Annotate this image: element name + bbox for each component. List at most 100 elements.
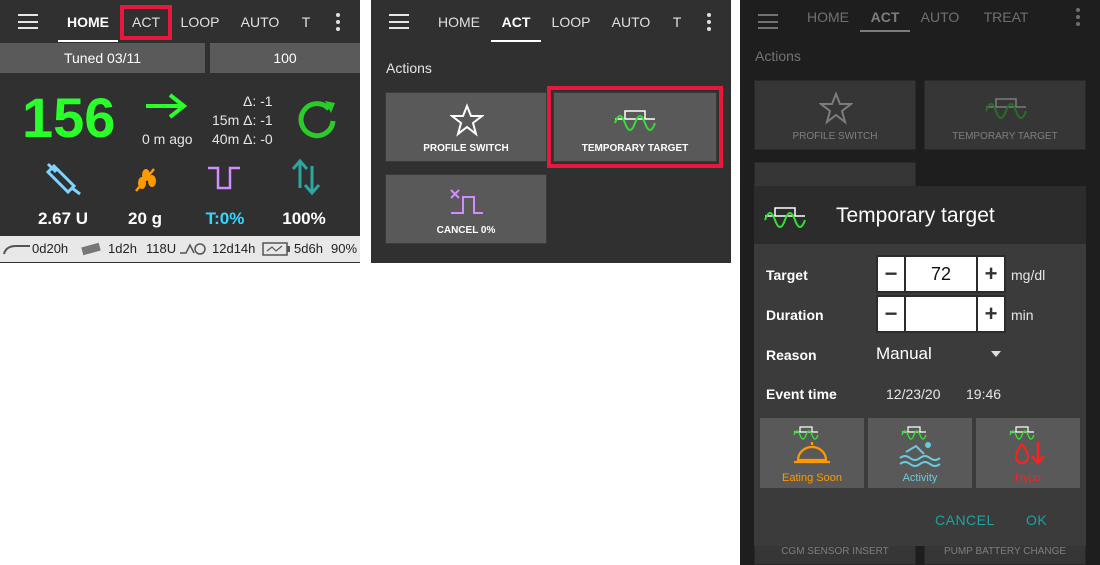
- profile-switch-label: PROFILE SWITCH: [792, 131, 878, 142]
- menu-icon[interactable]: [389, 14, 409, 29]
- cgm-sensor-insert-label: CGM SENSOR INSERT: [781, 546, 889, 557]
- star-icon: [819, 91, 853, 125]
- tab-treatments[interactable]: T: [294, 0, 318, 44]
- target-unit: mg/dl: [1011, 267, 1046, 283]
- temp-target-icon: [985, 98, 1027, 119]
- carbs-icon: [135, 168, 156, 192]
- target-value[interactable]: 100: [210, 43, 360, 73]
- cannula-icon: [3, 245, 30, 255]
- sensor-age: 12d14h: [212, 241, 256, 256]
- eating-soon-button[interactable]: Eating Soon: [760, 418, 864, 488]
- reservoir-icon: [81, 242, 101, 256]
- eating-soon-label: Eating Soon: [782, 472, 842, 484]
- cancel-temp-basal-label: CANCEL 0%: [436, 225, 496, 236]
- loop-status-icon[interactable]: [295, 97, 339, 141]
- more-options-icon: [1076, 8, 1080, 26]
- cannula-age: 0d20h: [32, 241, 69, 256]
- battery-level: 90%: [331, 241, 358, 256]
- event-time[interactable]: 19:46: [966, 386, 1001, 402]
- temp-target-dialog: Temporary target Target − 72 + mg/dl Dur…: [754, 186, 1086, 546]
- tab-home[interactable]: HOME: [58, 0, 118, 44]
- syringe-icon: [45, 162, 81, 196]
- reservoir-level: 118U: [146, 241, 177, 256]
- duration-stepper[interactable]: − +: [876, 295, 1006, 333]
- menu-icon[interactable]: [18, 14, 38, 29]
- tab-loop[interactable]: LOOP: [176, 0, 224, 44]
- cancel-temp-basal-button[interactable]: CANCEL 0%: [385, 174, 547, 244]
- active-profile[interactable]: Tuned 03/11: [0, 43, 205, 73]
- bg-value: 156: [22, 86, 116, 149]
- profile-switch-button: PROFILE SWITCH: [754, 80, 916, 150]
- target-stepper[interactable]: − 72 +: [876, 255, 1006, 293]
- profile-switch-button[interactable]: PROFILE SWITCH: [385, 92, 547, 162]
- more-options-icon[interactable]: [707, 13, 711, 31]
- tab-auto: AUTO: [920, 9, 960, 25]
- reason-value: Manual: [876, 344, 932, 363]
- temp-basal-value: T:0%: [205, 209, 245, 228]
- target-label: Target: [766, 267, 808, 283]
- reason-select[interactable]: Manual: [876, 344, 1004, 366]
- reservoir-age: 1d2h: [108, 241, 137, 256]
- delta-40m: 40m Δ: -0: [212, 131, 273, 147]
- highlight-box: [120, 5, 172, 40]
- activity-icon: [899, 426, 941, 467]
- dialog-title: Temporary target: [836, 204, 995, 227]
- delta: Δ: -1: [243, 93, 273, 109]
- sensitivity-value: 100%: [282, 209, 326, 228]
- delta-15m: 15m Δ: -1: [212, 112, 273, 128]
- eating-soon-icon: [793, 426, 830, 464]
- target-decrement-button[interactable]: −: [878, 257, 906, 291]
- duration-unit: min: [1011, 307, 1034, 323]
- actions-screen: HOME ACT LOOP AUTO T Actions PROFILE SWI…: [371, 0, 731, 263]
- status-bar: 0d20h 1d2h 118U 12d14h 5d6h 90%: [0, 236, 360, 262]
- dropdown-arrow-icon: [991, 351, 1001, 357]
- duration-label: Duration: [766, 307, 824, 323]
- star-icon: [450, 103, 484, 137]
- tab-act: ACT: [860, 0, 910, 34]
- pump-battery-change-label: PUMP BATTERY CHANGE: [943, 546, 1067, 557]
- event-date[interactable]: 12/23/20: [886, 386, 941, 402]
- tab-auto[interactable]: AUTO: [236, 0, 284, 44]
- hypo-button[interactable]: Hypo: [976, 418, 1080, 488]
- activity-button[interactable]: Activity: [868, 418, 972, 488]
- tab-home: HOME: [807, 9, 849, 25]
- battery-age: 5d6h: [294, 241, 323, 256]
- iob-value: 2.67 U: [37, 209, 89, 228]
- temp-target-dialog-screen: HOME ACT AUTO TREAT Actions PROFILE SWIT…: [740, 0, 1100, 565]
- duration-decrement-button[interactable]: −: [878, 297, 906, 331]
- top-bar: HOME ACT LOOP AUTO T: [371, 0, 731, 44]
- actions-header: Actions: [386, 60, 432, 76]
- highlight-box: [547, 86, 723, 168]
- ok-button[interactable]: OK: [1026, 512, 1047, 528]
- tab-auto[interactable]: AUTO: [607, 0, 655, 44]
- target-input[interactable]: 72: [908, 257, 974, 291]
- actions-header: Actions: [755, 48, 801, 64]
- duration-increment-button[interactable]: +: [976, 297, 1004, 331]
- home-screen: HOME ACT LOOP AUTO T Tuned 03/11 100 156…: [0, 0, 360, 263]
- cob-value: 20 g: [127, 209, 163, 228]
- temporary-target-label: TEMPORARY TARGET: [952, 131, 1058, 142]
- dialog-header: Temporary target: [754, 186, 1086, 244]
- tab-home[interactable]: HOME: [433, 0, 485, 44]
- activity-label: Activity: [902, 472, 938, 484]
- hypo-label: Hypo: [1015, 472, 1041, 484]
- tab-treat: TREAT: [983, 9, 1029, 25]
- menu-icon: [758, 14, 778, 29]
- sensor-icon: [180, 243, 206, 255]
- sensitivity-icon: [291, 158, 321, 196]
- duration-input[interactable]: [908, 297, 974, 331]
- profile-switch-label: PROFILE SWITCH: [423, 143, 509, 154]
- basal-icon: [208, 166, 240, 190]
- reason-label: Reason: [766, 347, 817, 363]
- cancel-button[interactable]: CANCEL: [935, 512, 995, 528]
- tab-act[interactable]: ACT: [491, 0, 541, 44]
- target-increment-button[interactable]: +: [976, 257, 1004, 291]
- temp-target-icon: [764, 207, 806, 228]
- temporary-target-button: TEMPORARY TARGET: [924, 80, 1086, 150]
- more-options-icon[interactable]: [336, 13, 340, 31]
- hypo-icon: [1009, 426, 1045, 465]
- tab-loop[interactable]: LOOP: [547, 0, 595, 44]
- event-time-label: Event time: [766, 386, 837, 402]
- battery-icon: [262, 242, 290, 256]
- tab-treatments[interactable]: T: [665, 0, 689, 44]
